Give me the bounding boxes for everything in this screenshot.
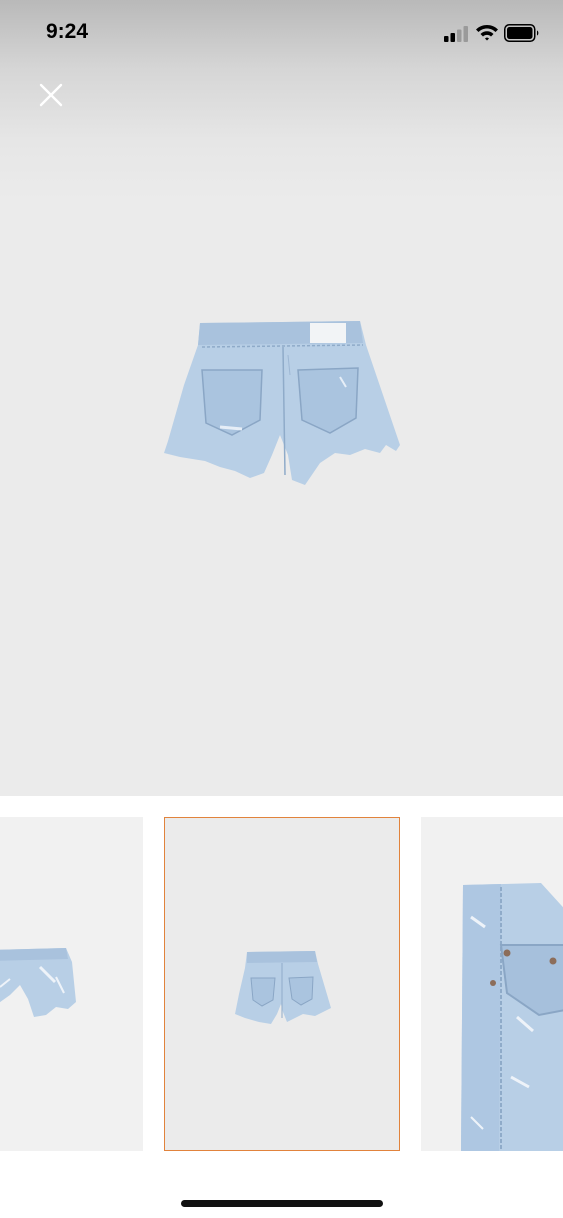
status-time: 9:24: [46, 20, 89, 43]
product-image-main[interactable]: [160, 315, 410, 495]
cellular-signal-icon: [444, 26, 468, 42]
status-bar: 9:24: [0, 0, 563, 66]
battery-icon: [504, 24, 539, 42]
thumbnail-3[interactable]: [421, 817, 563, 1151]
thumbnail-1[interactable]: [0, 817, 143, 1151]
denim-shorts-back-view: [235, 951, 331, 1024]
denim-shorts-front-view: [0, 948, 76, 1017]
thumbnail-2-selected[interactable]: [164, 817, 400, 1151]
denim-shorts-back-view: [164, 321, 400, 485]
close-button[interactable]: [34, 80, 68, 114]
image-viewer[interactable]: 9:24: [0, 0, 563, 796]
close-icon: [39, 83, 63, 107]
home-indicator: [181, 1200, 383, 1207]
denim-shorts-detail-closeup: [461, 883, 563, 1151]
thumbnail-strip[interactable]: [0, 817, 563, 1151]
wifi-icon: [476, 25, 498, 41]
